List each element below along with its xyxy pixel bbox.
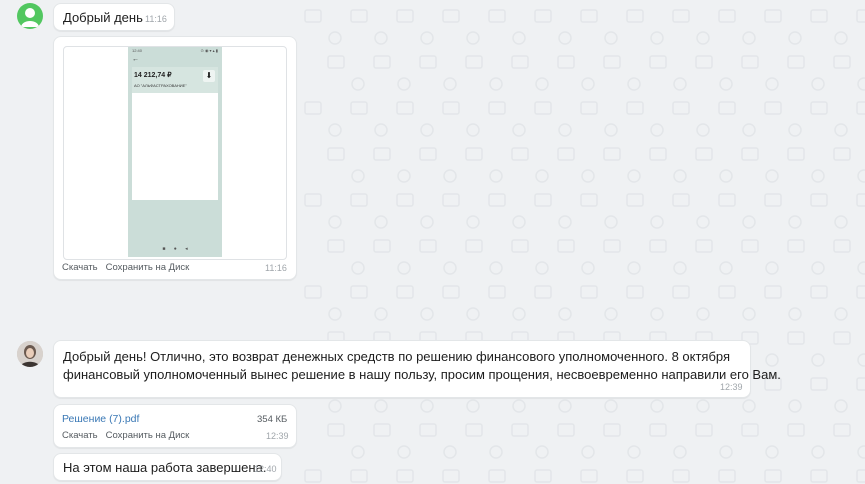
message-time: 12:39	[720, 382, 743, 392]
file-actions: Скачать Сохранить на Диск	[62, 430, 197, 441]
phone-nav-bar: ■ ● ◂	[162, 246, 188, 252]
image-time: 11:16	[265, 263, 287, 273]
back-arrow-icon: ←	[132, 56, 139, 63]
file-size: 354 КБ	[257, 414, 288, 425]
message-time: 12:40	[254, 464, 277, 474]
download-arrow-icon: ⬇	[203, 70, 215, 82]
user-silhouette-icon	[21, 8, 39, 27]
phone-content-area	[132, 93, 218, 200]
payment-card: 14 212,74 ₽ АО "АЛЬФАСТРАХОВАНИЕ" ⬇	[132, 67, 218, 93]
image-preview[interactable]: 12:40 ⊙ ◉ ▾ ▴ ▮ ← 14 212,74 ₽ АО "АЛЬФАС…	[63, 46, 287, 260]
phone-status-icons: ⊙ ◉ ▾ ▴ ▮	[200, 48, 218, 53]
file-time: 12:39	[266, 431, 289, 441]
message-bubble[interactable]: На этом наша работа завершена. 12:40	[53, 453, 282, 481]
save-to-disk-link[interactable]: Сохранить на Диск	[106, 262, 190, 273]
message-bubble[interactable]: Добрый день! Отлично, это возврат денежн…	[53, 340, 781, 398]
message-text: Добрый день	[63, 10, 143, 25]
payment-amount: 14 212,74 ₽	[134, 72, 172, 79]
message-text: На этом наша работа завершена.	[63, 460, 267, 475]
phone-screenshot: 12:40 ⊙ ◉ ▾ ▴ ▮ ← 14 212,74 ₽ АО "АЛЬФАС…	[128, 47, 222, 257]
user-photo-avatar	[17, 341, 43, 367]
download-link[interactable]: Скачать	[62, 430, 98, 441]
message-time: 11:16	[145, 14, 167, 24]
phone-status-time: 12:40	[132, 48, 143, 53]
message-text-line-1: Добрый день! Отлично, это возврат денежн…	[63, 349, 731, 364]
message-bubble[interactable]: Добрый день 11:16	[53, 3, 175, 31]
file-name-link[interactable]: Решение (7).pdf	[62, 413, 139, 425]
image-actions: Скачать Сохранить на Диск	[62, 262, 197, 273]
contact-avatar[interactable]	[17, 3, 43, 29]
message-text-line-2: финансовый уполномоченный вынес решение …	[63, 367, 781, 382]
operator-avatar[interactable]	[17, 341, 43, 367]
file-message-bubble[interactable]: Решение (7).pdf 354 КБ Скачать Сохранить …	[53, 404, 297, 448]
payment-org: АО "АЛЬФАСТРАХОВАНИЕ"	[134, 83, 187, 88]
download-link[interactable]: Скачать	[62, 262, 98, 273]
save-to-disk-link[interactable]: Сохранить на Диск	[106, 430, 190, 441]
